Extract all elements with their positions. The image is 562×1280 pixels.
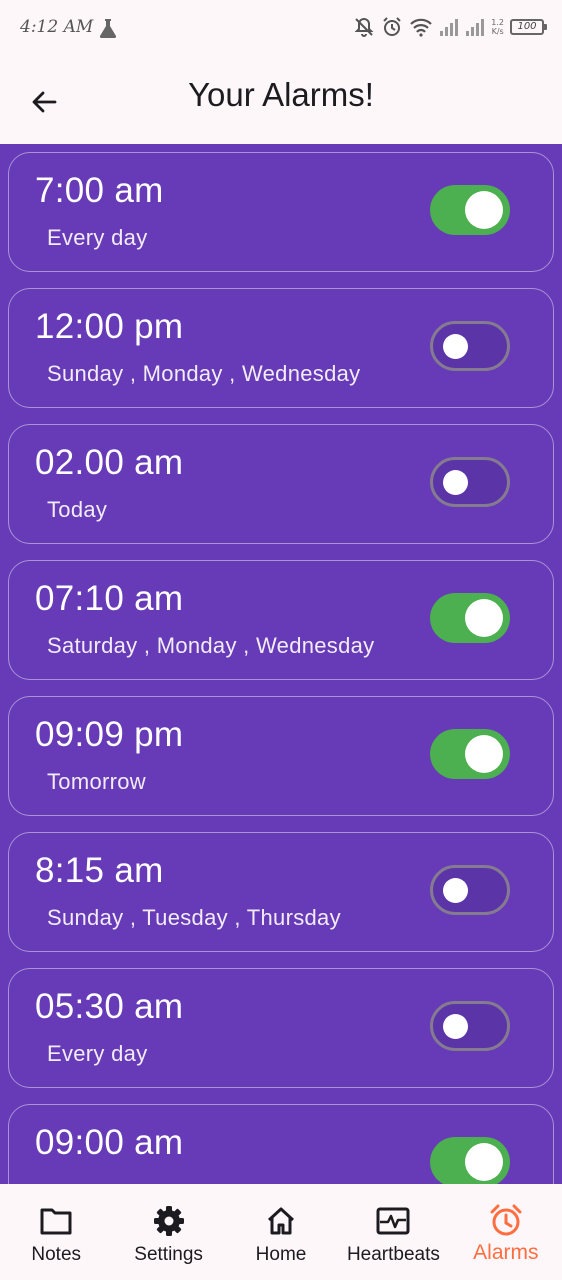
alarm-toggle[interactable] [430,593,510,643]
alarm-time: 12:00 pm [35,307,184,346]
home-icon [264,1204,298,1238]
nav-label: Settings [134,1244,203,1265]
signal-icon [440,19,459,36]
nav-item-alarms[interactable]: Alarms [450,1190,562,1280]
wifi-icon [410,18,433,37]
alarm-toggle[interactable] [430,1001,510,1051]
alarm-card[interactable]: 05:30 am Every day [8,968,554,1088]
battery-icon: 100 [510,19,547,35]
alarm-time: 07:10 am [35,579,184,618]
alarm-card[interactable]: 7:00 am Every day [8,152,554,272]
alarm-card[interactable]: 09:09 pm Tomorrow [8,696,554,816]
alarm-days: Every day [47,225,148,250]
alarm-time: 09:09 pm [35,715,184,754]
alarm-toggle[interactable] [430,321,510,371]
alarm-toggle[interactable] [430,457,510,507]
toggle-knob [465,735,503,773]
signal-2-icon [466,19,485,36]
folder-icon [39,1204,73,1238]
flask-icon [99,19,117,38]
alarm-time: 09:00 am [35,1123,184,1162]
alarm-time: 05:30 am [35,987,184,1026]
toggle-knob [443,878,468,903]
bottom-navigation: Notes Settings Home Heartbeats Alarms [0,1190,562,1280]
status-bar: 4:12 AM 1.2 K/s 100 [0,0,562,58]
alarm-list[interactable]: 7:00 am Every day 12:00 pm Sunday , Mond… [0,144,562,1184]
notifications-off-icon [354,17,374,37]
alarm-card[interactable]: 07:10 am Saturday , Monday , Wednesday [8,560,554,680]
alarm-card[interactable]: 02.00 am Today [8,424,554,544]
nav-item-home[interactable]: Home [225,1190,337,1280]
nav-label: Notes [31,1244,82,1265]
toggle-knob [443,334,468,359]
heartbeat-icon [376,1204,410,1238]
alarm-time: 8:15 am [35,851,164,890]
alarm-card[interactable]: 09:00 am [8,1104,554,1184]
status-time: 4:12 AM [20,17,94,37]
gear-icon [152,1204,186,1238]
toggle-knob [465,191,503,229]
toggle-knob [443,1014,468,1039]
toggle-knob [465,599,503,637]
nav-item-notes[interactable]: Notes [0,1190,112,1280]
alarm-card[interactable]: 8:15 am Sunday , Tuesday , Thursday [8,832,554,952]
app-bar: Your Alarms! [0,58,562,144]
alarm-toggle[interactable] [430,185,510,235]
alarm-days: Today [47,497,108,522]
nav-item-heartbeats[interactable]: Heartbeats [337,1190,449,1280]
alarm-days: Sunday , Tuesday , Thursday [47,905,341,930]
alarm-time: 7:00 am [35,171,164,210]
nav-label: Alarms [473,1241,539,1264]
toggle-knob [465,1143,503,1181]
nav-item-settings[interactable]: Settings [112,1190,224,1280]
alarm-clock-icon [489,1204,523,1238]
alarm-days: Sunday , Monday , Wednesday [47,361,361,386]
status-icons: 1.2 K/s 100 [353,16,547,38]
network-speed: 1.2 K/s [491,18,504,36]
alarm-toggle[interactable] [430,865,510,915]
alarm-status-icon [383,17,401,36]
nav-label: Home [255,1244,307,1265]
alarm-card[interactable]: 12:00 pm Sunday , Monday , Wednesday [8,288,554,408]
alarm-days: Saturday , Monday , Wednesday [47,633,375,658]
alarm-days: Every day [47,1041,148,1066]
alarm-days: Tomorrow [47,769,146,794]
toggle-knob [443,470,468,495]
alarm-toggle[interactable] [430,1137,510,1184]
alarm-time: 02.00 am [35,443,184,482]
alarm-toggle[interactable] [430,729,510,779]
page-title: Your Alarms! [188,76,374,113]
nav-label: Heartbeats [346,1244,440,1265]
